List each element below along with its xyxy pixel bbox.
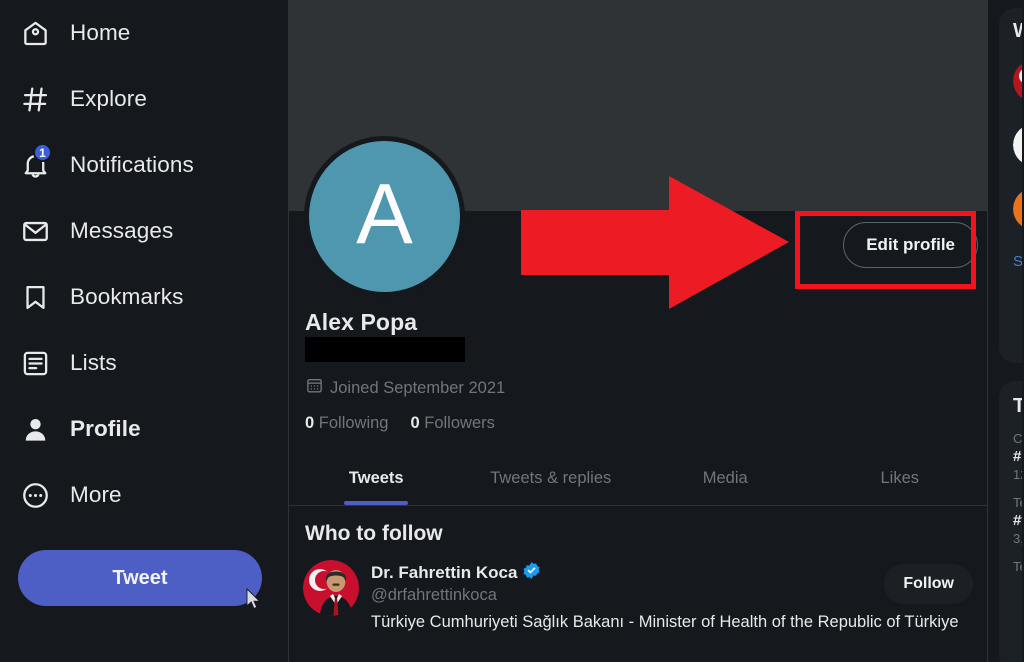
trend-tag: #covid19 xyxy=(1013,448,1022,465)
trend-item[interactable]: Technology · Trending #tech 3,214 Tweets xyxy=(1013,495,1022,546)
calendar-icon xyxy=(305,376,324,400)
sidebar-item-label: More xyxy=(70,482,122,507)
avatar xyxy=(1013,191,1022,227)
followers-label: Followers xyxy=(424,414,495,433)
sidebar-item-home[interactable]: Home xyxy=(18,0,270,66)
home-icon xyxy=(20,18,50,48)
sidebar-item-notifications[interactable]: 1 Notifications xyxy=(18,132,270,198)
joined-date-row: Joined September 2021 xyxy=(305,376,971,400)
list-icon xyxy=(20,348,50,378)
person-icon xyxy=(20,414,50,444)
suggestion-handle: @drfahrettinkoca xyxy=(371,586,497,605)
follow-button[interactable]: Follow xyxy=(884,564,973,605)
rail-footer-link[interactable]: Terms of Service xyxy=(1013,559,1022,574)
sidebar-item-more[interactable]: More xyxy=(18,462,270,528)
trend-item[interactable]: COVID19 · Trending #covid19 12.4K Tweets xyxy=(1013,431,1022,482)
right-sidebar: Who to follow Show more Trends for you C… xyxy=(988,0,1022,662)
handle-redaction-bar xyxy=(305,337,465,363)
left-sidebar: Home Explore 1 Notifications Messages Bo… xyxy=(0,0,288,662)
who-to-follow-heading: Who to follow xyxy=(305,522,443,546)
tab-media[interactable]: Media xyxy=(638,452,813,505)
avatar[interactable] xyxy=(303,560,359,617)
joined-date-text: Joined September 2021 xyxy=(330,378,506,397)
rail-show-more-link[interactable]: Show more xyxy=(1013,253,1022,270)
envelope-icon xyxy=(20,216,50,246)
profile-tabs: Tweets Tweets & replies Media Likes xyxy=(289,452,988,507)
sidebar-item-messages[interactable]: Messages xyxy=(18,198,270,264)
rail-suggestion-1[interactable] xyxy=(1013,60,1022,107)
rail-trends-card: Trends for you COVID19 · Trending #covid… xyxy=(999,381,1022,662)
twitter-profile-page: Home Explore 1 Notifications Messages Bo… xyxy=(0,0,1024,662)
rail-suggestion-2[interactable] xyxy=(1013,124,1022,171)
sidebar-item-label: Explore xyxy=(70,86,147,111)
sidebar-item-label: Profile xyxy=(70,416,141,441)
notification-badge: 1 xyxy=(33,143,52,162)
hashtag-icon xyxy=(20,84,50,114)
tab-likes[interactable]: Likes xyxy=(813,452,988,505)
avatar-initial: A xyxy=(356,167,413,262)
avatar[interactable]: A xyxy=(304,136,465,297)
rail-suggestion-3[interactable] xyxy=(1013,188,1022,235)
rail-who-to-follow-card: Who to follow Show more xyxy=(999,8,1022,363)
trend-tag: #tech xyxy=(1013,512,1022,529)
tweet-button[interactable]: Tweet xyxy=(18,550,262,606)
following-count: 0 xyxy=(305,414,315,433)
sidebar-item-label: Home xyxy=(70,20,131,45)
trend-count: 3,214 Tweets xyxy=(1013,531,1022,546)
following-label: Following xyxy=(318,414,389,433)
edit-profile-button[interactable]: Edit profile xyxy=(843,222,978,268)
sidebar-item-label: Notifications xyxy=(70,152,194,177)
suggestion-bio: Türkiye Cumhuriyeti Sağlık Bakanı - Mini… xyxy=(371,613,959,632)
suggestion-name-line: Dr. Fahrettin Koca xyxy=(371,561,973,585)
trend-count: 12.4K Tweets xyxy=(1013,467,1022,482)
suggestion-name: Dr. Fahrettin Koca xyxy=(371,563,518,583)
sidebar-item-label: Lists xyxy=(70,350,117,375)
avatar xyxy=(1013,63,1022,99)
sidebar-item-lists[interactable]: Lists xyxy=(18,330,270,396)
bell-icon: 1 xyxy=(20,143,52,180)
tab-tweets[interactable]: Tweets xyxy=(289,452,464,505)
rail-who-to-follow-title: Who to follow xyxy=(1013,20,1022,43)
verified-badge-icon xyxy=(522,561,541,585)
bookmark-icon xyxy=(20,282,50,312)
trend-category: Technology · Trending xyxy=(1013,495,1022,510)
edit-profile-container: Edit profile xyxy=(843,222,978,268)
avatar xyxy=(1013,127,1022,163)
list-item[interactable]: Dr. Fahrettin Koca @drfahrettinkoca Türk… xyxy=(289,552,987,634)
tab-tweets-and-replies[interactable]: Tweets & replies xyxy=(464,452,639,505)
followers-count: 0 xyxy=(410,414,420,433)
following-stat[interactable]: 0 Following xyxy=(305,414,388,433)
profile-main-column: A Edit profile Alex Popa Joined Septembe… xyxy=(288,0,988,662)
rail-trends-title: Trends for you xyxy=(1013,395,1022,417)
suggestion-body: Dr. Fahrettin Koca @drfahrettinkoca Türk… xyxy=(371,560,973,634)
sidebar-item-label: Messages xyxy=(70,218,174,243)
followers-stat[interactable]: 0 Followers xyxy=(410,414,494,433)
sidebar-item-explore[interactable]: Explore xyxy=(18,66,270,132)
sidebar-item-label: Bookmarks xyxy=(70,284,184,309)
sidebar-item-bookmarks[interactable]: Bookmarks xyxy=(18,264,270,330)
ellipsis-circle-icon xyxy=(20,480,50,510)
profile-stats: 0 Following 0 Followers xyxy=(305,414,971,433)
sidebar-item-profile[interactable]: Profile xyxy=(18,396,270,462)
trend-category: COVID19 · Trending xyxy=(1013,431,1022,446)
page-title: Alex Popa xyxy=(305,309,418,335)
